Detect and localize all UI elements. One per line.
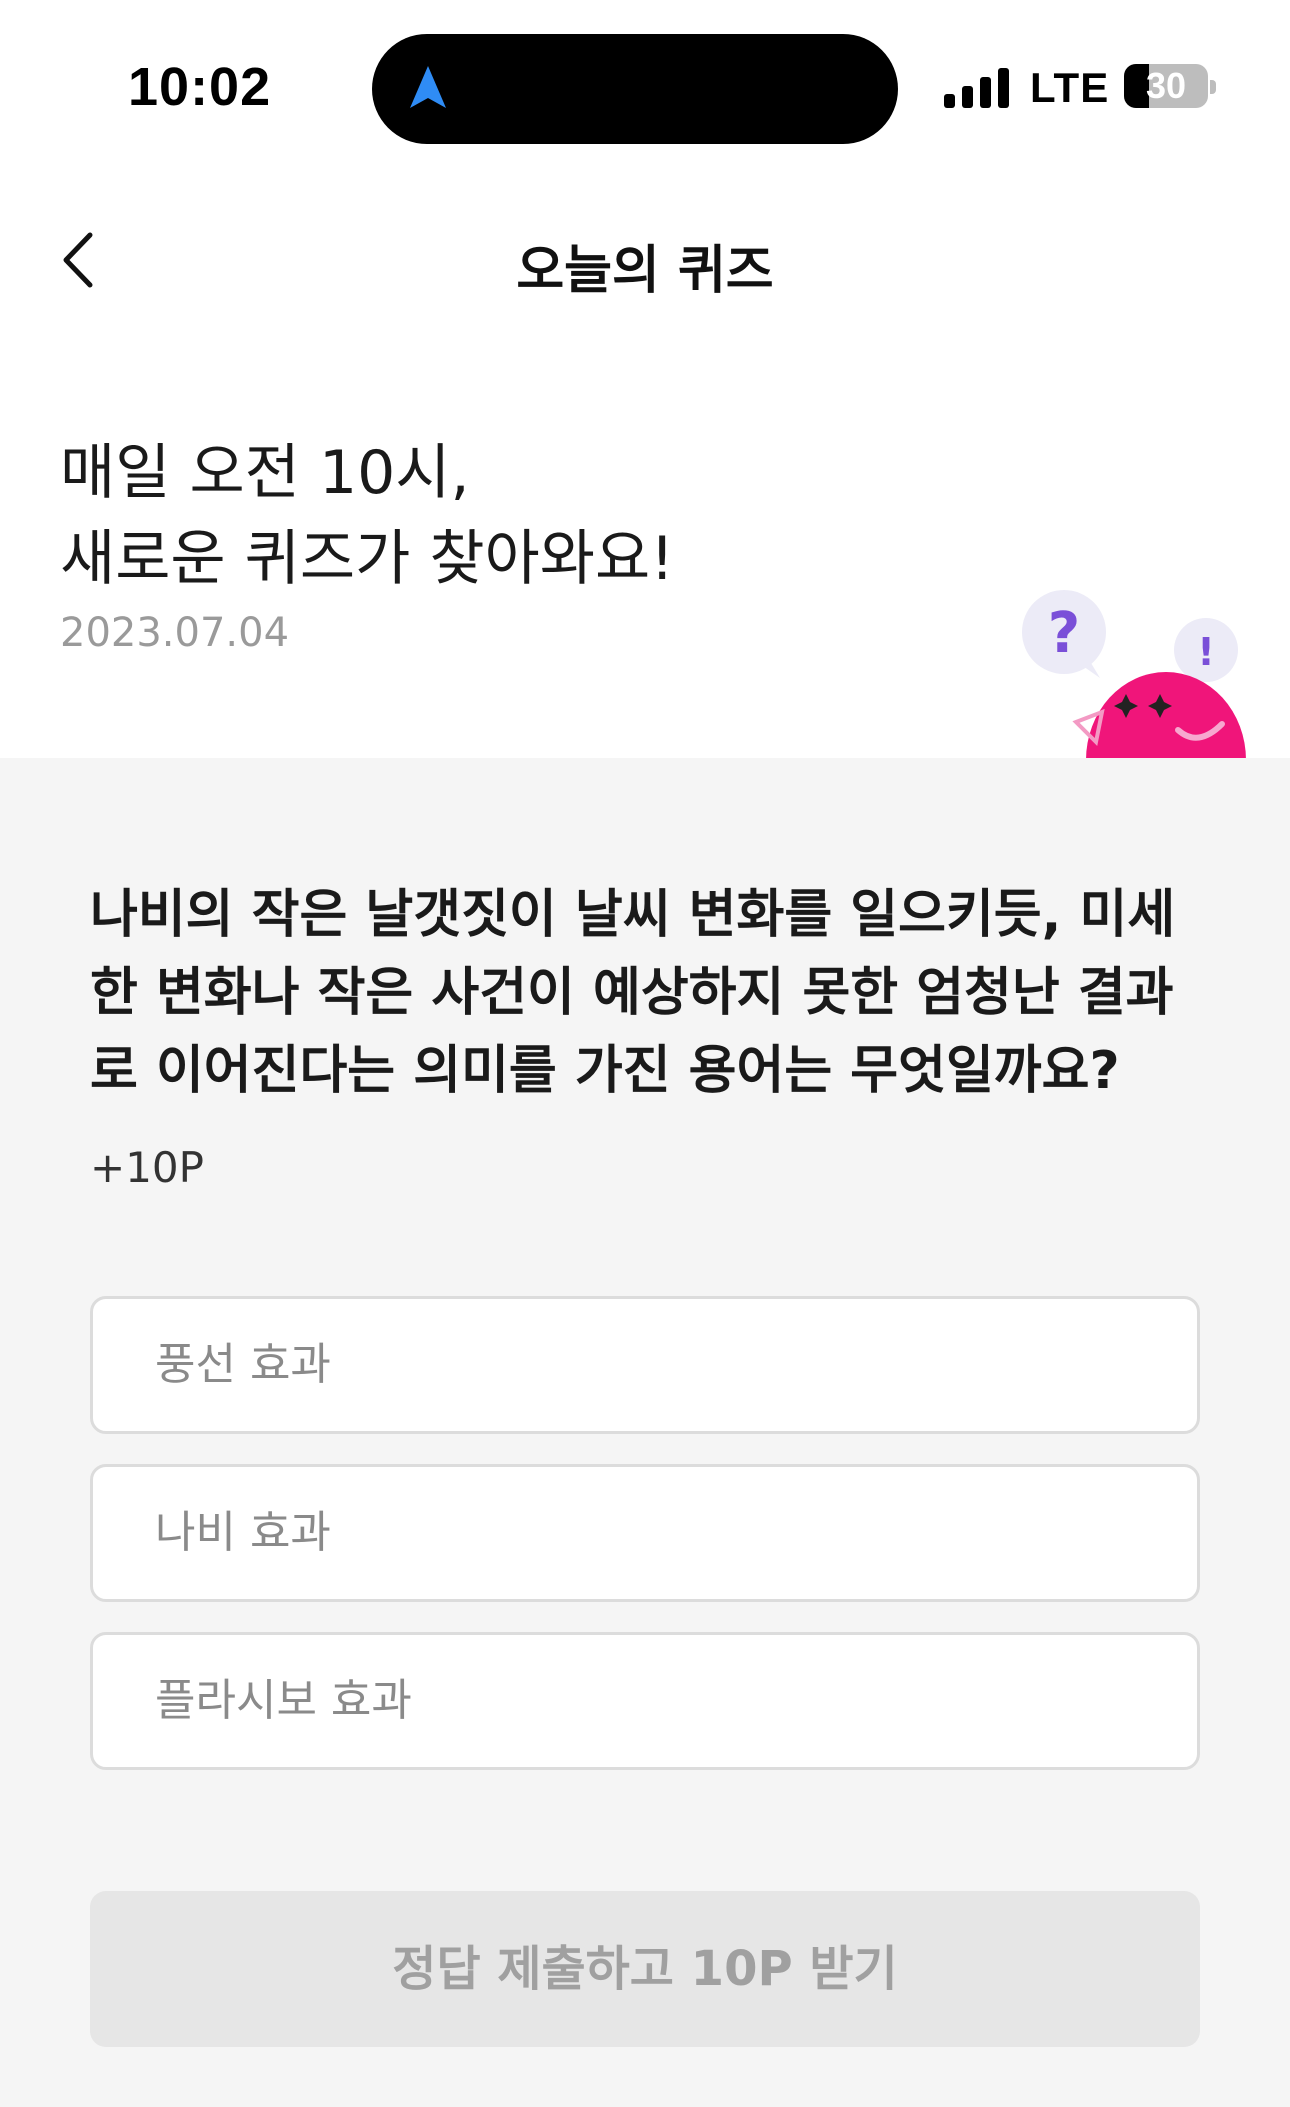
question-mark: ?	[1048, 601, 1080, 666]
status-bar: 10:02 LTE 30	[0, 0, 1290, 150]
intro-line-2: 새로운 퀴즈가 찾아와요!	[60, 524, 675, 594]
battery-nub	[1210, 80, 1216, 94]
quiz-question: 나비의 작은 날갯짓이 날씨 변화를 일으키듯, 미세한 변화나 작은 사건이 …	[90, 885, 1176, 1101]
status-time: 10:02	[128, 57, 272, 117]
battery-icon: 30	[1124, 64, 1208, 108]
header: 오늘의 퀴즈	[0, 200, 1290, 320]
answer-option-label: 플라시보 효과	[155, 1675, 412, 1726]
answer-option-label: 풍선 효과	[155, 1339, 331, 1390]
mascot-illustration: ? !	[1022, 590, 1246, 760]
intro-section: 매일 오전 10시, 새로운 퀴즈가 찾아와요! 2023.07.04	[60, 430, 674, 656]
quiz-panel: 나비의 작은 날갯짓이 날씨 변화를 일으키듯, 미세한 변화나 작은 사건이 …	[0, 758, 1290, 2107]
answer-option-label: 나비 효과	[155, 1507, 331, 1558]
answer-option-2[interactable]: 나비 효과	[90, 1464, 1200, 1602]
quiz-points: +10P	[90, 1143, 204, 1192]
dynamic-island	[372, 34, 898, 144]
intro-line-1: 매일 오전 10시,	[60, 438, 470, 508]
network-type: LTE	[1030, 64, 1110, 111]
signal-icon	[944, 68, 1009, 108]
page-title: 오늘의 퀴즈	[516, 241, 774, 301]
answer-option-3[interactable]: 플라시보 효과	[90, 1632, 1200, 1770]
quiz-date: 2023.07.04	[60, 610, 290, 656]
answer-option-1[interactable]: 풍선 효과	[90, 1296, 1200, 1434]
battery-level: 30	[1145, 65, 1187, 106]
exclamation-mark: !	[1197, 630, 1214, 674]
submit-answer-button[interactable]: 정답 제출하고 10P 받기	[90, 1891, 1200, 2047]
navigation-arrow-icon	[410, 66, 446, 108]
